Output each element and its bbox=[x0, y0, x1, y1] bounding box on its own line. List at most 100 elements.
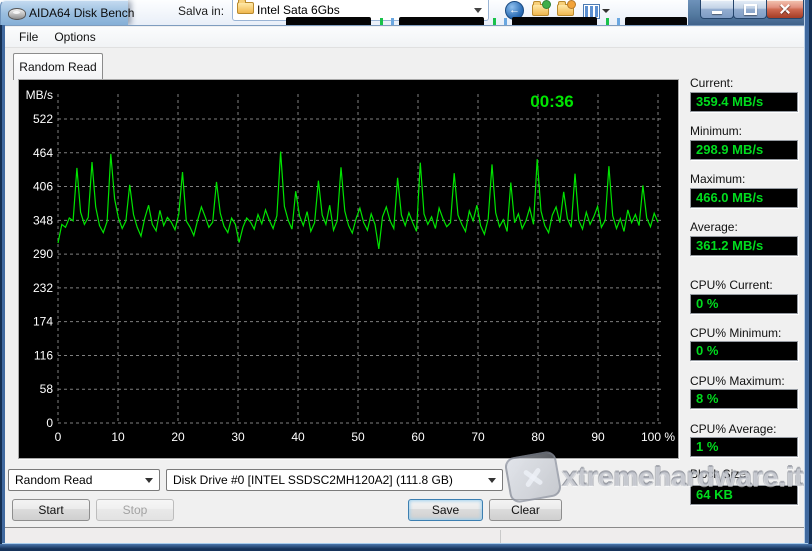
stat-value: 359.4 MB/s bbox=[696, 94, 764, 109]
x-tick-label: 10 bbox=[111, 430, 125, 444]
stat-value-box: 361.2 MB/s bbox=[690, 236, 798, 256]
stat-value: 466.0 MB/s bbox=[696, 190, 764, 205]
new-badge-icon bbox=[567, 0, 576, 9]
stat-label: CPU% Maximum: bbox=[690, 374, 785, 388]
maximize-icon bbox=[744, 4, 757, 15]
stat-value-box: 8 % bbox=[690, 389, 798, 409]
aida64-disk-benchmark-window: File Options Random Read 0 58 116 174 232 290 3… bbox=[5, 25, 804, 545]
x-tick-label: 90 bbox=[591, 430, 605, 444]
device-value: Disk Drive #0 [INTEL SSDSC2MH120A2] (111… bbox=[173, 473, 453, 487]
stat-value: 361.2 MB/s bbox=[696, 238, 764, 253]
chevron-down-icon[interactable] bbox=[474, 8, 482, 13]
stat-label: CPU% Current: bbox=[690, 278, 773, 292]
y-tick-label: 0 bbox=[46, 416, 53, 430]
elapsed-time: 00:36 bbox=[530, 92, 573, 111]
new-folder-icon[interactable] bbox=[557, 0, 576, 16]
fragment-tick bbox=[380, 18, 383, 25]
y-tick-label: 290 bbox=[33, 247, 53, 261]
maximize-button[interactable] bbox=[733, 0, 767, 19]
y-tick-label: 522 bbox=[33, 112, 53, 126]
x-tick-label: 70 bbox=[471, 430, 485, 444]
status-bar-separator bbox=[500, 530, 501, 543]
minimize-button[interactable] bbox=[700, 0, 734, 19]
occluded-window-fragment bbox=[399, 17, 484, 25]
stat-value-box: 1 % bbox=[690, 437, 798, 457]
stat-label: Minimum: bbox=[690, 124, 743, 138]
chevron-down-icon[interactable] bbox=[145, 478, 153, 483]
occluded-window-fragment bbox=[286, 17, 371, 25]
chevron-down-icon[interactable] bbox=[488, 478, 496, 483]
stat-value: 8 % bbox=[696, 391, 719, 406]
x-tick-label: 30 bbox=[231, 430, 245, 444]
stat-value-box: 0 % bbox=[690, 294, 798, 314]
y-tick-label: 116 bbox=[34, 348, 53, 362]
stat-value: 0 % bbox=[696, 343, 719, 358]
x-tick-label: 20 bbox=[171, 430, 185, 444]
x-tick-label: 0 bbox=[55, 430, 62, 444]
fragment-tick bbox=[617, 18, 620, 25]
stat-value-box: 298.9 MB/s bbox=[690, 140, 798, 160]
stat-label: Block Size: bbox=[690, 467, 750, 481]
x-tick-label: 40 bbox=[291, 430, 305, 444]
device-combo[interactable]: Disk Drive #0 [INTEL SSDSC2MH120A2] (111… bbox=[166, 469, 503, 491]
stat-label: CPU% Minimum: bbox=[690, 326, 782, 340]
x-tick-label: 50 bbox=[351, 430, 365, 444]
fragment-tick bbox=[493, 18, 496, 25]
test-type-value: Random Read bbox=[15, 473, 93, 487]
y-tick-label: 406 bbox=[33, 180, 53, 194]
x-tick-label: 60 bbox=[411, 430, 425, 444]
stat-label: CPU% Average: bbox=[690, 422, 777, 436]
caption-button-area bbox=[688, 0, 812, 26]
close-button[interactable] bbox=[766, 0, 804, 19]
tab-label: Random Read bbox=[19, 60, 97, 74]
close-icon bbox=[779, 3, 791, 15]
view-menu-caret-icon[interactable] bbox=[602, 9, 610, 13]
stat-value-box: 359.4 MB/s bbox=[690, 92, 798, 112]
save-location-value: Intel Sata 6Gbs bbox=[257, 3, 340, 17]
stat-value: 64 KB bbox=[696, 487, 733, 502]
y-axis-unit-label: MB/s bbox=[26, 88, 53, 102]
fragment-tick bbox=[504, 18, 507, 25]
fragment-tick bbox=[606, 18, 609, 25]
screen: Salva in: Intel Sata 6Gbs ← AIDA64 Disk … bbox=[0, 0, 812, 551]
menubar: File Options bbox=[5, 27, 804, 48]
stat-label: Current: bbox=[690, 76, 734, 90]
minimize-icon bbox=[712, 11, 722, 14]
occluded-window-fragment bbox=[512, 17, 597, 25]
start-button[interactable]: Start bbox=[12, 499, 90, 521]
window-frame-bottom bbox=[0, 544, 812, 551]
save-button[interactable]: Save bbox=[408, 499, 483, 521]
chart-svg: 0 58 116 174 232 290 348 406 464 522 MB/s 0 10 20 30 40… bbox=[26, 88, 676, 444]
x-tick-label: 100 % bbox=[641, 430, 675, 444]
y-tick-label: 464 bbox=[33, 146, 53, 160]
fragment-tick bbox=[391, 18, 394, 25]
stat-label: Maximum: bbox=[690, 172, 746, 186]
occluded-window-fragment bbox=[625, 17, 687, 25]
stat-value: 298.9 MB/s bbox=[696, 142, 764, 157]
window-frame-right bbox=[804, 0, 812, 551]
y-tick-label: 174 bbox=[33, 315, 53, 329]
stat-value-box: 0 % bbox=[690, 341, 798, 361]
up-badge-icon bbox=[542, 0, 551, 9]
benchmark-chart: 0 58 116 174 232 290 348 406 464 522 MB/s 0 10 20 30 40… bbox=[18, 79, 679, 459]
y-tick-label: 58 bbox=[40, 382, 54, 396]
window-frame-left bbox=[0, 25, 5, 551]
test-type-combo[interactable]: Random Read bbox=[8, 469, 160, 491]
menu-file[interactable]: File bbox=[11, 27, 46, 47]
clear-button[interactable]: Clear bbox=[489, 499, 562, 521]
stop-button[interactable]: Stop bbox=[96, 499, 174, 521]
up-folder-icon[interactable] bbox=[532, 0, 551, 16]
stat-label: Average: bbox=[690, 220, 738, 234]
stat-value: 1 % bbox=[696, 439, 719, 454]
menu-options[interactable]: Options bbox=[46, 27, 103, 47]
window-title: AIDA64 Disk Bench bbox=[29, 6, 135, 20]
stats-panel: Current: 359.4 MB/s Minimum: 298.9 MB/s Maxi… bbox=[690, 26, 800, 544]
y-tick-label: 348 bbox=[33, 213, 53, 227]
stat-value: 0 % bbox=[696, 296, 719, 311]
x-tick-label: 80 bbox=[531, 430, 545, 444]
folder-icon bbox=[237, 0, 254, 14]
disk-icon bbox=[8, 8, 26, 20]
save-in-label: Salva in: bbox=[178, 4, 225, 18]
stat-value-box: 64 KB bbox=[690, 485, 798, 505]
tab-random-read[interactable]: Random Read bbox=[13, 53, 103, 80]
